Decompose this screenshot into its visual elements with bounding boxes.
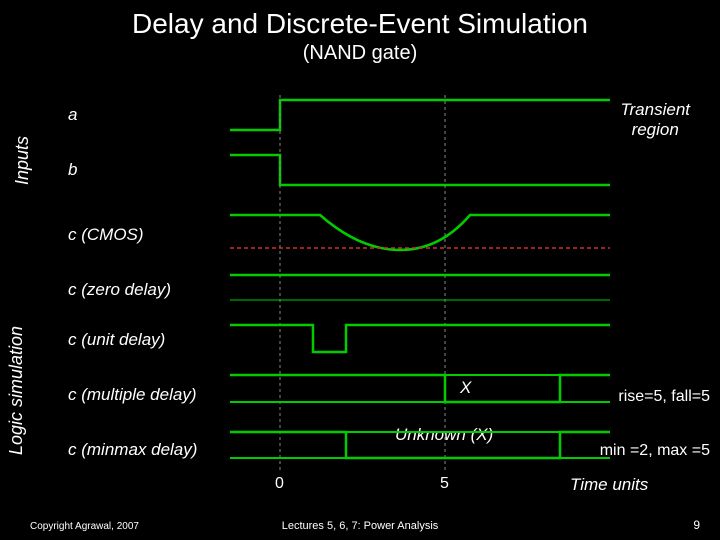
waveform-canvas: [0, 0, 720, 540]
footer-page: 9: [693, 518, 700, 532]
footer-lecture: Lectures 5, 6, 7: Power Analysis: [0, 520, 720, 532]
